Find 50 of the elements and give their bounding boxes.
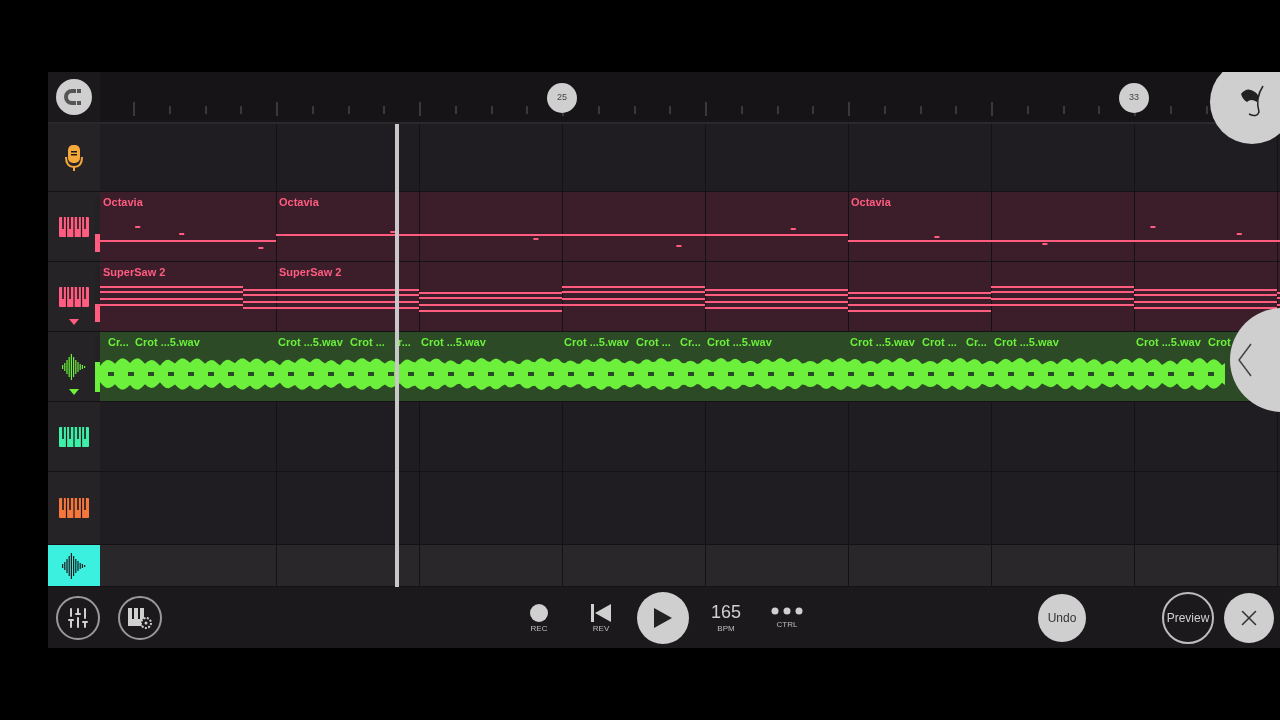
clip-label[interactable]: Crot xyxy=(1208,337,1231,348)
preview-button[interactable]: Preview xyxy=(1162,592,1214,644)
clip-label[interactable]: Cr... xyxy=(680,337,701,348)
clip-label[interactable]: Crot ...5.wav xyxy=(135,337,200,348)
clip-label[interactable]: Crot ...5.wav xyxy=(994,337,1059,348)
clip-label[interactable]: SuperSaw 2 xyxy=(279,267,342,278)
waveform-icon xyxy=(62,551,86,580)
tempo-button[interactable]: 165 BPM xyxy=(706,603,746,633)
clip-label[interactable]: Crot ...5.wav xyxy=(564,337,629,348)
clip-label[interactable]: Cr... xyxy=(108,337,129,348)
magnet-button[interactable] xyxy=(56,79,92,115)
record-icon xyxy=(530,603,548,622)
clip-label[interactable]: r... xyxy=(398,337,411,348)
chevron-left-icon xyxy=(1238,343,1252,377)
record-button[interactable]: REC xyxy=(519,603,559,633)
close-button[interactable] xyxy=(1224,593,1274,643)
undo-button[interactable]: Undo xyxy=(1038,594,1086,642)
play-icon xyxy=(654,608,672,628)
more-icon xyxy=(771,607,803,615)
skip-back-icon xyxy=(590,603,612,622)
piano-gear-icon xyxy=(127,606,153,630)
piano-keys-icon xyxy=(59,216,89,237)
clip-label[interactable]: Crot ... xyxy=(636,337,671,348)
rewind-button[interactable]: REV xyxy=(581,603,621,633)
clip-label[interactable]: Crot ... xyxy=(350,337,385,348)
bar-marker[interactable]: 33 xyxy=(1119,83,1149,113)
play-button[interactable] xyxy=(637,592,689,644)
piano-keys-icon xyxy=(59,498,89,518)
piano-keys-icon xyxy=(59,426,89,447)
clip-label[interactable]: Crot ... xyxy=(922,337,957,348)
instrument-settings-button[interactable] xyxy=(118,596,162,640)
clip-label[interactable]: Crot ...5.wav xyxy=(707,337,772,348)
caret-icon[interactable] xyxy=(69,319,79,325)
sliders-icon xyxy=(66,606,90,630)
clip-label[interactable]: Crot ...5.wav xyxy=(421,337,486,348)
caret-icon[interactable] xyxy=(69,389,79,395)
clip-label[interactable]: Octavia xyxy=(279,197,319,208)
clip-label[interactable]: Crot ...5.wav xyxy=(850,337,915,348)
controls-button[interactable]: CTRL xyxy=(767,607,807,629)
clip-label[interactable]: Octavia xyxy=(851,197,891,208)
clip-label[interactable]: SuperSaw 2 xyxy=(103,267,166,278)
microphone-icon xyxy=(64,143,84,172)
clip-label[interactable]: Cr... xyxy=(966,337,987,348)
waveform-icon xyxy=(62,352,86,381)
clip-label[interactable]: Crot ...5.wav xyxy=(278,337,343,348)
clip-label[interactable]: Crot ...5.wav xyxy=(1136,337,1201,348)
mixer-button[interactable] xyxy=(56,596,100,640)
piano-keys-icon xyxy=(59,286,89,307)
clip-label[interactable]: Octavia xyxy=(103,197,143,208)
bar-marker[interactable]: 25 xyxy=(547,83,577,113)
